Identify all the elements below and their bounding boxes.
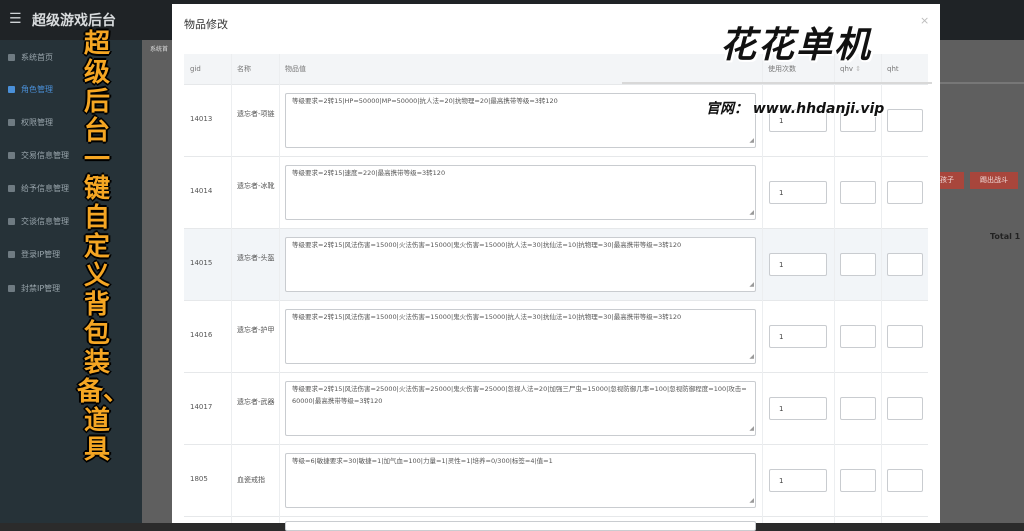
item-value-textarea[interactable]: 等级=6|敏捷要求=30|敏捷=1|加气血=100|力量=1|灵性=1|培养=0… (285, 453, 756, 508)
main-tab[interactable]: 系统首 (150, 44, 168, 53)
qht-input[interactable] (887, 253, 923, 276)
resize-grip-icon[interactable]: ◢ (749, 423, 754, 435)
column-divider (881, 54, 882, 523)
qht-input[interactable] (887, 397, 923, 420)
sidebar-item-give[interactable]: 给予信息管理 (8, 182, 69, 196)
qhv-input[interactable] (840, 325, 876, 348)
qhv-input[interactable] (840, 253, 876, 276)
gid-cell: 14017 (190, 403, 213, 411)
sidebar-item-label: 权限管理 (21, 118, 53, 127)
name-cell: 遗忘者-武器 (237, 398, 275, 406)
qht-input[interactable] (887, 181, 923, 204)
table-row: 14015 遗忘者-头盔 等级要求=2转15|风法伤害=15000|火法伤害=1… (184, 228, 928, 301)
item-value-textarea[interactable]: 等级要求=2转15|风法伤害=15000|火法伤害=15000|鬼火伤害=150… (285, 237, 756, 292)
ip-icon (8, 251, 15, 258)
qht-input[interactable] (887, 325, 923, 348)
close-icon[interactable]: × (920, 14, 929, 27)
modal-title: 物品修改 (184, 18, 228, 31)
sidebar-item-home[interactable]: 系统首页 (8, 51, 53, 65)
qhv-input[interactable] (840, 397, 876, 420)
use-count-input[interactable]: 1 (769, 325, 827, 348)
watermark-underline (622, 82, 932, 84)
table-row: 14016 遗忘者-护甲 等级要求=2转15|风法伤害=15000|火法伤害=1… (184, 300, 928, 373)
item-value-text: 等级要求=2转15|风法伤害=15000|火法伤害=15000|鬼火伤害=150… (292, 313, 682, 321)
item-value-text: 等级=6|敏捷要求=30|敏捷=1|加气血=100|力量=1|灵性=1|培养=0… (292, 457, 553, 465)
column-divider (279, 54, 280, 523)
resize-grip-icon[interactable]: ◢ (749, 495, 754, 507)
item-value-text: 等级要求=2转15|风法伤害=15000|火法伤害=15000|鬼火伤害=150… (292, 241, 682, 249)
column-divider (834, 54, 835, 523)
resize-grip-icon[interactable]: ◢ (749, 135, 754, 147)
trade-icon (8, 152, 15, 159)
item-value-textarea[interactable]: 等级要求=2转15|风法伤害=15000|火法伤害=15000|鬼火伤害=150… (285, 309, 756, 364)
hamburger-menu-icon[interactable]: ☰ (9, 11, 22, 27)
resize-grip-icon[interactable]: ◢ (749, 351, 754, 363)
name-cell: 遗忘者-头盔 (237, 254, 275, 262)
table-row: 14014 遗忘者-冰靴 等级要求=2转15|速度=220|最高携带等级=3转1… (184, 156, 928, 229)
sidebar-item-roles[interactable]: 角色管理 (8, 83, 53, 97)
item-value-textarea[interactable]: 等级要求=2转15|风法伤害=25000|火法伤害=25000|鬼火伤害=250… (285, 381, 756, 436)
home-icon (8, 54, 15, 61)
total-count: Total 1 (990, 232, 1021, 241)
sidebar-item-label: 登录IP管理 (21, 250, 61, 259)
sidebar-item-chat[interactable]: 交谈信息管理 (8, 215, 69, 229)
table-row: 1805 血瓷戒指 等级=6|敏捷要求=30|敏捷=1|加气血=100|力量=1… (184, 444, 928, 517)
site-watermark: 官网： www.hhdanji.vip (706, 101, 885, 117)
table-row: 14017 遗忘者-武器 等级要求=2转15|风法伤害=25000|火法伤害=2… (184, 372, 928, 445)
column-header-value: 物品值 (285, 54, 306, 84)
item-value-textarea[interactable]: 等级要求=2转15|HP=50000|MP=50000|抗人法=20|抗物理=2… (285, 93, 756, 148)
sidebar-item-login-ip[interactable]: 登录IP管理 (8, 248, 60, 262)
gid-cell: 14013 (190, 115, 213, 123)
ban-icon (8, 285, 15, 292)
sidebar-item-trade[interactable]: 交易信息管理 (8, 149, 69, 163)
resize-grip-icon[interactable]: ◢ (749, 207, 754, 219)
sidebar-item-label: 给予信息管理 (21, 184, 69, 193)
brand-watermark: 花花单机 (720, 25, 873, 66)
item-value-text: 等级要求=2转15|速度=220|最高携带等级=3转120 (292, 169, 446, 177)
column-header-qht: qht (887, 54, 899, 84)
column-divider (231, 54, 232, 523)
resize-grip-icon[interactable]: ◢ (749, 279, 754, 291)
app-title: 超级游戏后台 (32, 13, 116, 29)
name-cell: 血瓷戒指 (237, 476, 265, 484)
qht-input[interactable] (887, 109, 923, 132)
sidebar-item-label: 交谈信息管理 (21, 217, 69, 226)
use-count-input[interactable]: 1 (769, 469, 827, 492)
item-value-text: 等级要求=2转15|HP=50000|MP=50000|抗人法=20|抗物理=2… (292, 97, 558, 105)
divider (930, 82, 1024, 84)
gid-cell: 14014 (190, 187, 213, 195)
sidebar-item-label: 交易信息管理 (21, 151, 69, 160)
column-header-name: 名称 (237, 54, 251, 84)
table-row: 14013 遗忘者-项链 等级要求=2转15|HP=50000|MP=50000… (184, 84, 928, 157)
sidebar-item-permissions[interactable]: 权限管理 (8, 116, 53, 130)
name-cell: 遗忘者-护甲 (237, 326, 275, 334)
qhv-input[interactable] (840, 469, 876, 492)
sidebar: 系统首页 角色管理 权限管理 交易信息管理 给予信息管理 交谈信息管理 登录IP… (0, 40, 142, 523)
promo-vertical-caption: 超级后台一键自定义背包装备、道具 (77, 29, 130, 465)
column-header-gid: gid (190, 54, 201, 84)
sidebar-item-label: 系统首页 (21, 53, 53, 62)
sidebar-item-ban-ip[interactable]: 封禁IP管理 (8, 282, 60, 296)
column-divider (762, 54, 763, 523)
kick-from-battle-button[interactable]: 踢出战斗 (970, 172, 1018, 189)
chat-icon (8, 218, 15, 225)
gid-cell: 14016 (190, 331, 213, 339)
qhv-input[interactable] (840, 181, 876, 204)
gift-icon (8, 185, 15, 192)
sidebar-item-label: 角色管理 (21, 85, 53, 94)
name-cell: 遗忘者-冰靴 (237, 182, 275, 190)
gid-cell: 14015 (190, 259, 213, 267)
use-count-input[interactable]: 1 (769, 181, 827, 204)
lock-icon (8, 119, 15, 126)
use-count-input[interactable]: 1 (769, 397, 827, 420)
user-icon (8, 86, 15, 93)
use-count-input[interactable]: 1 (769, 253, 827, 276)
gid-cell: 1805 (190, 475, 208, 483)
qht-input[interactable] (887, 469, 923, 492)
sidebar-item-label: 封禁IP管理 (21, 284, 61, 293)
item-value-text: 等级要求=2转15|风法伤害=25000|火法伤害=25000|鬼火伤害=250… (292, 385, 747, 405)
item-value-textarea[interactable]: 等级要求=2转15|速度=220|最高携带等级=3转120 ◢ (285, 165, 756, 220)
name-cell: 遗忘者-项链 (237, 110, 275, 118)
